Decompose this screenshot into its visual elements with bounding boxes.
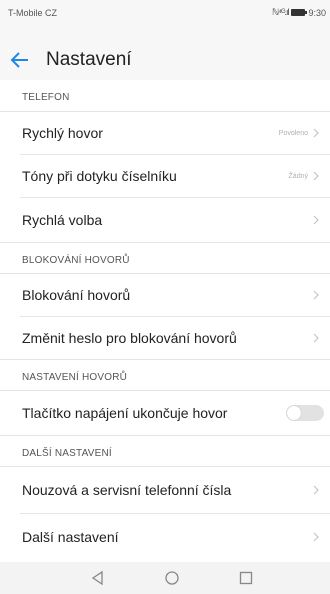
- chevron-right-icon: [313, 128, 319, 138]
- back-arrow-icon[interactable]: [6, 46, 34, 74]
- row-tlacitko-napajeni[interactable]: Tlačítko napájení ukončuje hovor: [0, 391, 330, 435]
- home-circle-icon[interactable]: [162, 568, 182, 588]
- row-label: Tóny při dotyku číselníku: [22, 168, 177, 184]
- back-triangle-icon[interactable]: [88, 568, 108, 588]
- page-title: Nastavení: [46, 49, 132, 70]
- row-blokovani-hovoru[interactable]: Blokování hovorů: [0, 274, 330, 316]
- chevron-right-icon: [313, 532, 319, 542]
- status-bar: T-Mobile CZ ℕ⁴ᴳ.ıl 9:30: [0, 0, 330, 40]
- section-header-blokovani: BLOKOVÁNÍ HOVORŮ: [0, 242, 330, 274]
- row-label: Tlačítko napájení ukončuje hovor: [22, 405, 228, 421]
- app-header: Nastavení: [0, 40, 330, 80]
- row-label: Rychlá volba: [22, 212, 103, 228]
- section-label: BLOKOVÁNÍ HOVORŮ: [22, 255, 130, 266]
- section-header-dalsi: DALŠÍ NASTAVENÍ: [0, 435, 330, 467]
- chevron-right-icon: [313, 333, 319, 343]
- section-header-telefon: TELEFON: [0, 80, 330, 112]
- row-value: Povoleno: [278, 130, 308, 137]
- row-label: Nouzová a servisní telefonní čísla: [22, 482, 232, 498]
- row-label: Blokování hovorů: [22, 287, 131, 303]
- row-zmenit-heslo[interactable]: Změnit heslo pro blokování hovorů: [0, 317, 330, 359]
- row-label: Další nastavení: [22, 529, 119, 545]
- chevron-right-icon: [313, 290, 319, 300]
- signal-icon: ℕ⁴ᴳ.ıl: [271, 7, 290, 17]
- carrier-name: T-Mobile CZ: [8, 8, 58, 18]
- row-dalsi-nastaveni[interactable]: Další nastavení: [0, 514, 330, 560]
- row-label: Změnit heslo pro blokování hovorů: [22, 330, 237, 346]
- toggle-knob: [287, 406, 301, 420]
- row-label: Rychlý hovor: [22, 125, 103, 141]
- power-button-ends-call-toggle[interactable]: [286, 405, 324, 421]
- section-header-nastaveni-hovoru: NASTAVENÍ HOVORŮ: [0, 359, 330, 391]
- recents-square-icon[interactable]: [236, 568, 256, 588]
- status-icons: ℕ⁴ᴳ.ıl 9:30: [272, 7, 326, 18]
- clock: 9:30: [308, 7, 326, 18]
- section-label: NASTAVENÍ HOVORŮ: [22, 372, 128, 383]
- row-tony-ciselniku[interactable]: Tóny při dotyku číselníku Žádný: [0, 155, 330, 197]
- system-navigation-bar: [0, 562, 330, 594]
- row-rychla-volba[interactable]: Rychlá volba: [0, 198, 330, 242]
- chevron-right-icon: [313, 171, 319, 181]
- chevron-right-icon: [313, 215, 319, 225]
- section-label: TELEFON: [22, 92, 70, 103]
- row-rychly-hovor[interactable]: Rychlý hovor Povoleno: [0, 112, 330, 154]
- chevron-right-icon: [313, 485, 319, 495]
- section-label: DALŠÍ NASTAVENÍ: [22, 448, 112, 459]
- row-value: Žádný: [288, 173, 308, 180]
- row-nouzova-cisla[interactable]: Nouzová a servisní telefonní čísla: [0, 467, 330, 513]
- battery-icon: [291, 9, 308, 16]
